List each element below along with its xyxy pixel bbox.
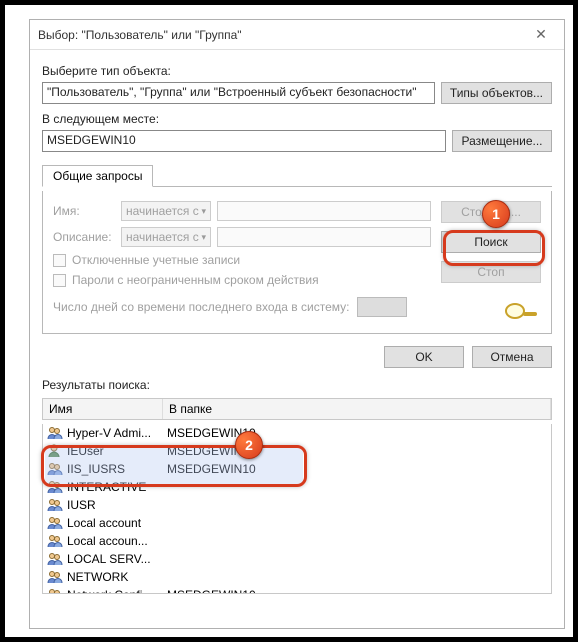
column-folder[interactable]: В папке <box>163 399 551 419</box>
table-row[interactable]: Hyper-V Admi...MSEDGEWIN10 <box>43 424 551 442</box>
window-title: Выбор: "Пользователь" или "Группа" <box>38 28 526 42</box>
row-name: NETWORK <box>67 570 167 584</box>
checkbox-icon <box>53 254 66 267</box>
dialog-body: Выберите тип объекта: "Пользователь", "Г… <box>30 50 564 600</box>
desc-mode-combo[interactable]: начинается с▾ <box>121 227 211 247</box>
tab-common-queries[interactable]: Общие запросы <box>42 165 153 187</box>
locations-button[interactable]: Размещение... <box>452 130 552 152</box>
row-name: Local accoun... <box>67 534 167 548</box>
ok-button[interactable]: OK <box>384 346 464 368</box>
group-icon <box>47 426 63 440</box>
columns-button[interactable]: Столбцы... <box>441 201 541 223</box>
titlebar: Выбор: "Пользователь" или "Группа" ✕ <box>30 20 564 50</box>
disabled-accounts-label: Отключенные учетные записи <box>72 253 240 267</box>
results-header: Имя В папке <box>42 398 552 420</box>
magnifier-icon <box>501 299 541 323</box>
object-types-button[interactable]: Типы объектов... <box>441 82 552 104</box>
row-name: LOCAL SERV... <box>67 552 167 566</box>
user-icon <box>47 444 63 458</box>
chevron-down-icon: ▾ <box>201 232 206 243</box>
table-row[interactable]: IEUserMSEDGEWIN10 <box>43 442 551 460</box>
table-row[interactable]: Local accoun... <box>43 532 551 550</box>
row-name: IEUser <box>67 444 167 458</box>
row-name: IUSR <box>67 498 167 512</box>
location-field[interactable]: MSEDGEWIN10 <box>42 130 446 152</box>
disabled-accounts-checkbox[interactable]: Отключенные учетные записи <box>53 253 431 267</box>
row-name: Hyper-V Admi... <box>67 426 167 440</box>
row-name: INTERACTIVE <box>67 480 167 494</box>
table-row[interactable]: IIS_IUSRSMSEDGEWIN10 <box>43 460 551 478</box>
name-mode-combo[interactable]: начинается с▾ <box>121 201 211 221</box>
table-row[interactable]: IUSR <box>43 496 551 514</box>
row-name: Network Confi... <box>67 588 167 594</box>
row-name: IIS_IUSRS <box>67 462 167 476</box>
group-icon <box>47 534 63 548</box>
desc-filter-label: Описание: <box>53 230 115 244</box>
results-list[interactable]: Hyper-V Admi...MSEDGEWIN10IEUserMSEDGEWI… <box>42 424 552 594</box>
group-icon <box>47 570 63 584</box>
name-filter-label: Имя: <box>53 204 115 218</box>
group-icon <box>47 588 63 594</box>
find-button[interactable]: Поиск <box>441 231 541 253</box>
results-label: Результаты поиска: <box>42 378 552 392</box>
group-icon <box>47 552 63 566</box>
stop-button[interactable]: Стоп <box>441 261 541 283</box>
nonexpiring-pw-checkbox[interactable]: Пароли с неограниченным сроком действия <box>53 273 431 287</box>
close-icon[interactable]: ✕ <box>526 26 556 43</box>
table-row[interactable]: INTERACTIVE <box>43 478 551 496</box>
row-folder: MSEDGEWIN10 <box>167 444 547 458</box>
days-spinner[interactable] <box>357 297 407 317</box>
tab-strip: Общие запросы <box>42 164 552 187</box>
group-icon <box>47 498 63 512</box>
chevron-down-icon: ▾ <box>201 206 206 217</box>
row-folder: MSEDGEWIN10 <box>167 588 547 594</box>
column-name[interactable]: Имя <box>43 399 163 419</box>
row-folder: MSEDGEWIN10 <box>167 462 547 476</box>
tab-body: Имя: начинается с▾ Описание: начинается … <box>42 191 552 334</box>
table-row[interactable]: LOCAL SERV... <box>43 550 551 568</box>
dialog-window: Выбор: "Пользователь" или "Группа" ✕ Выб… <box>29 19 565 629</box>
group-icon <box>47 462 63 476</box>
name-mode-text: начинается с <box>126 204 199 218</box>
table-row[interactable]: Local account <box>43 514 551 532</box>
table-row[interactable]: NETWORK <box>43 568 551 586</box>
row-folder: MSEDGEWIN10 <box>167 426 547 440</box>
desc-mode-text: начинается с <box>126 230 199 244</box>
location-label: В следующем месте: <box>42 112 552 126</box>
nonexpiring-pw-label: Пароли с неограниченным сроком действия <box>72 273 319 287</box>
row-name: Local account <box>67 516 167 530</box>
checkbox-icon <box>53 274 66 287</box>
group-icon <box>47 480 63 494</box>
object-type-label: Выберите тип объекта: <box>42 64 552 78</box>
cancel-button[interactable]: Отмена <box>472 346 552 368</box>
object-type-field[interactable]: "Пользователь", "Группа" или "Встроенный… <box>42 82 435 104</box>
group-icon <box>47 516 63 530</box>
desc-filter-input[interactable] <box>217 227 431 247</box>
table-row[interactable]: Network Confi...MSEDGEWIN10 <box>43 586 551 594</box>
name-filter-input[interactable] <box>217 201 431 221</box>
days-label: Число дней со времени последнего входа в… <box>53 300 349 314</box>
